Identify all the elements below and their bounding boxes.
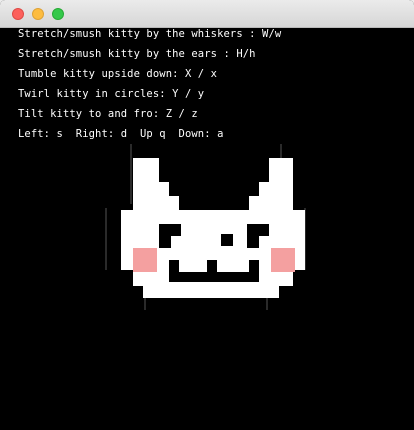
title-bar[interactable] xyxy=(0,0,414,28)
close-button[interactable] xyxy=(12,8,24,20)
render-canvas[interactable]: Stretch/smush kitty by the whiskers : W/… xyxy=(7,28,407,430)
zoom-button[interactable] xyxy=(52,8,64,20)
pixel-kitty xyxy=(105,144,306,310)
app-window: Stretch/smush kitty by the whiskers : W/… xyxy=(0,0,414,430)
minimize-button[interactable] xyxy=(32,8,44,20)
